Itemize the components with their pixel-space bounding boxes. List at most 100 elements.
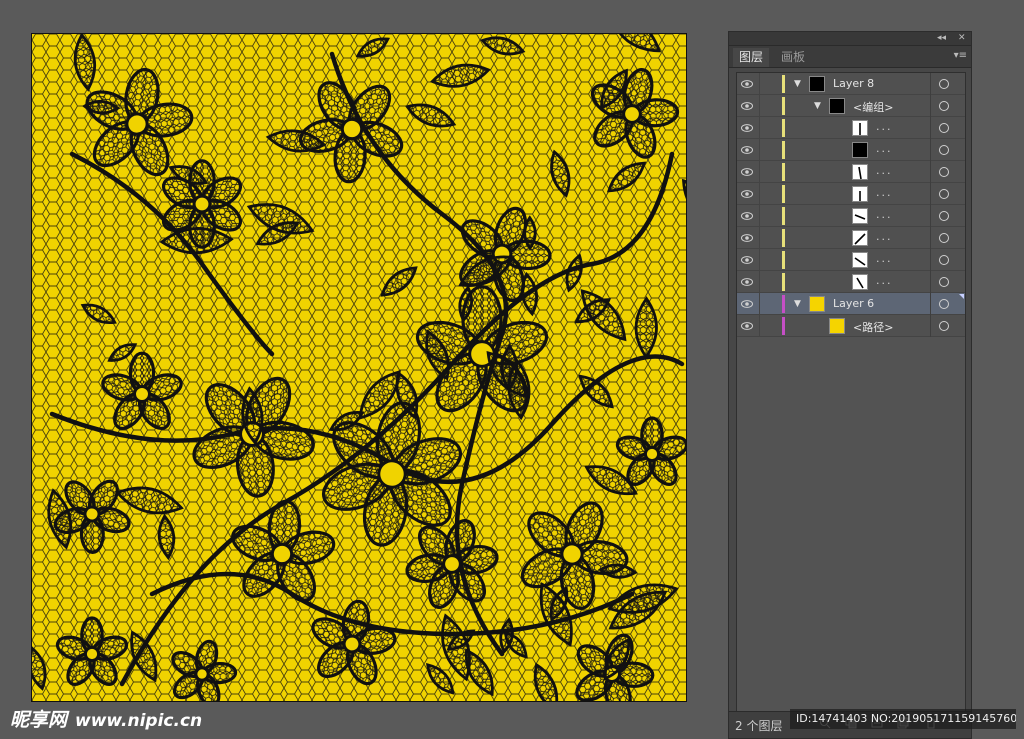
- eye-icon[interactable]: [741, 210, 753, 222]
- layer-row[interactable]: ...: [737, 271, 965, 293]
- eye-icon[interactable]: [741, 166, 753, 178]
- lock-toggle[interactable]: [759, 249, 760, 271]
- target-circle-icon[interactable]: [939, 321, 949, 331]
- layers-panel: ◂◂ ✕ 图层 画板 ▾≡ ▼ Layer 8 ▼ <编组>.............…: [728, 31, 972, 739]
- lock-toggle[interactable]: [759, 271, 760, 293]
- eye-icon[interactable]: [741, 78, 753, 90]
- layer-thumbnail: [852, 186, 868, 202]
- target-circle-icon[interactable]: [939, 79, 949, 89]
- lock-toggle[interactable]: [759, 227, 760, 249]
- layer-color-bar: [782, 163, 785, 181]
- layer-row[interactable]: ...: [737, 139, 965, 161]
- eye-icon[interactable]: [741, 144, 753, 156]
- lock-toggle[interactable]: [759, 161, 760, 183]
- column-divider: [930, 205, 931, 227]
- lock-toggle[interactable]: [759, 315, 760, 337]
- layer-row[interactable]: ...: [737, 249, 965, 271]
- eye-icon[interactable]: [741, 254, 753, 266]
- layer-row[interactable]: ...: [737, 117, 965, 139]
- column-divider: [930, 161, 931, 183]
- target-circle-icon[interactable]: [939, 299, 949, 309]
- layer-name[interactable]: <编组>: [853, 99, 893, 115]
- triangle-down-icon[interactable]: ▼: [794, 79, 801, 89]
- lock-toggle[interactable]: [759, 117, 760, 139]
- tab-layers[interactable]: 图层: [733, 48, 770, 67]
- layer-row[interactable]: ▼ <编组>: [737, 95, 965, 117]
- target-circle-icon[interactable]: [939, 255, 949, 265]
- layer-name[interactable]: ...: [876, 164, 893, 177]
- layer-name[interactable]: ...: [876, 142, 893, 155]
- layer-thumbnail: [852, 164, 868, 180]
- artboard-canvas[interactable]: [31, 33, 687, 702]
- column-divider: [930, 183, 931, 205]
- target-circle-icon[interactable]: [939, 211, 949, 221]
- layer-name[interactable]: Layer 6: [833, 297, 874, 310]
- layer-row[interactable]: ▼ Layer 6: [737, 293, 965, 315]
- layer-thumbnail: [852, 142, 868, 158]
- column-divider: [930, 271, 931, 293]
- target-circle-icon[interactable]: [939, 167, 949, 177]
- watermark-logo: 昵享网: [10, 709, 68, 731]
- eye-icon[interactable]: [741, 232, 753, 244]
- lock-toggle[interactable]: [759, 183, 760, 205]
- panel-title-bar[interactable]: ◂◂ ✕: [729, 32, 971, 46]
- layer-color-bar: [782, 97, 785, 115]
- layer-name[interactable]: Layer 8: [833, 77, 874, 90]
- column-divider: [930, 315, 931, 337]
- layer-color-bar: [782, 229, 785, 247]
- layer-count-label: 2 个图层: [735, 719, 783, 733]
- layer-thumbnail: [829, 98, 845, 114]
- layer-color-bar: [782, 251, 785, 269]
- eye-icon[interactable]: [741, 188, 753, 200]
- eye-icon[interactable]: [741, 320, 753, 332]
- panel-menu-button[interactable]: ▾≡: [954, 50, 967, 61]
- layer-thumbnail: [829, 318, 845, 334]
- target-circle-icon[interactable]: [939, 123, 949, 133]
- layer-row[interactable]: ...: [737, 205, 965, 227]
- column-divider: [930, 293, 931, 315]
- layer-color-bar: [782, 295, 785, 313]
- layer-name[interactable]: ...: [876, 120, 893, 133]
- layer-thumbnail: [809, 296, 825, 312]
- layer-name[interactable]: ...: [876, 208, 893, 221]
- layer-thumbnail: [852, 230, 868, 246]
- eye-icon[interactable]: [741, 276, 753, 288]
- target-circle-icon[interactable]: [939, 101, 949, 111]
- target-circle-icon[interactable]: [939, 189, 949, 199]
- column-divider: [930, 249, 931, 271]
- layer-thumbnail: [852, 208, 868, 224]
- close-panel-button[interactable]: ✕: [958, 32, 966, 45]
- lock-toggle[interactable]: [759, 73, 760, 95]
- layer-name[interactable]: ...: [876, 230, 893, 243]
- triangle-down-icon[interactable]: ▼: [794, 299, 801, 309]
- lock-toggle[interactable]: [759, 293, 760, 315]
- eye-icon[interactable]: [741, 298, 753, 310]
- layer-name[interactable]: ...: [876, 186, 893, 199]
- lock-toggle[interactable]: [759, 95, 760, 117]
- collapse-panel-button[interactable]: ◂◂: [937, 32, 946, 45]
- eye-icon[interactable]: [741, 122, 753, 134]
- tab-artboards[interactable]: 画板: [775, 48, 811, 67]
- layer-color-bar: [782, 75, 785, 93]
- lock-toggle[interactable]: [759, 205, 760, 227]
- layer-color-bar: [782, 207, 785, 225]
- layer-color-bar: [782, 317, 785, 335]
- lock-toggle[interactable]: [759, 139, 760, 161]
- layer-row[interactable]: ...: [737, 227, 965, 249]
- layer-name[interactable]: ...: [876, 274, 893, 287]
- target-circle-icon[interactable]: [939, 145, 949, 155]
- triangle-down-icon[interactable]: ▼: [814, 101, 821, 111]
- layer-name[interactable]: <路径>: [853, 319, 893, 335]
- eye-icon[interactable]: [741, 100, 753, 112]
- layer-thumbnail: [852, 274, 868, 290]
- layer-row[interactable]: <路径>: [737, 315, 965, 337]
- layer-row[interactable]: ▼ Layer 8: [737, 73, 965, 95]
- layer-row[interactable]: ...: [737, 161, 965, 183]
- target-circle-icon[interactable]: [939, 277, 949, 287]
- layer-name[interactable]: ...: [876, 252, 893, 265]
- target-circle-icon[interactable]: [939, 233, 949, 243]
- lace-pattern-artwork: [32, 34, 686, 701]
- watermark-site: www.nipic.cn: [75, 711, 203, 731]
- layer-row[interactable]: ...: [737, 183, 965, 205]
- layer-thumbnail: [852, 120, 868, 136]
